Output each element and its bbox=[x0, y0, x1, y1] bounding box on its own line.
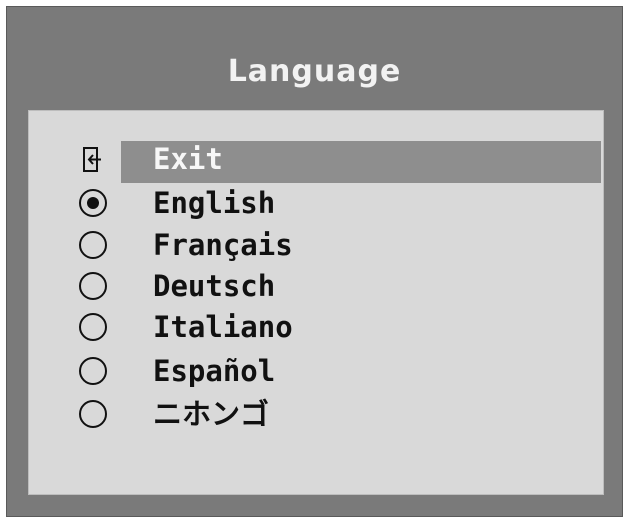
language-option-italiano[interactable]: Italiano bbox=[29, 307, 603, 347]
radio-unchecked-icon bbox=[79, 400, 107, 428]
language-label: ニホンゴ bbox=[153, 397, 270, 431]
radio-unchecked-icon bbox=[79, 313, 107, 341]
radio-unchecked-icon bbox=[79, 231, 107, 259]
radio-unchecked-icon bbox=[79, 357, 107, 385]
language-option-espanol[interactable]: Español bbox=[29, 351, 603, 391]
language-menu-panel: Exit English Français Deutsch Italiano E… bbox=[28, 110, 604, 495]
language-label: Italiano bbox=[153, 310, 293, 344]
language-option-francais[interactable]: Français bbox=[29, 225, 603, 265]
language-label: English bbox=[153, 186, 276, 220]
language-label: Deutsch bbox=[153, 269, 276, 303]
dialog-title: Language bbox=[227, 54, 402, 89]
radio-checked-icon bbox=[79, 189, 107, 217]
menu-item-exit[interactable]: Exit bbox=[29, 139, 603, 183]
language-label: Français bbox=[153, 228, 293, 262]
language-option-english[interactable]: English bbox=[29, 183, 603, 223]
exit-label: Exit bbox=[153, 142, 223, 176]
radio-unchecked-icon bbox=[79, 272, 107, 300]
language-osd-window: Language Exit English Français Deutsch I bbox=[6, 6, 623, 517]
language-option-nihongo[interactable]: ニホンゴ bbox=[29, 394, 603, 434]
language-label: Español bbox=[153, 354, 276, 388]
exit-icon bbox=[83, 147, 101, 172]
language-option-deutsch[interactable]: Deutsch bbox=[29, 266, 603, 306]
